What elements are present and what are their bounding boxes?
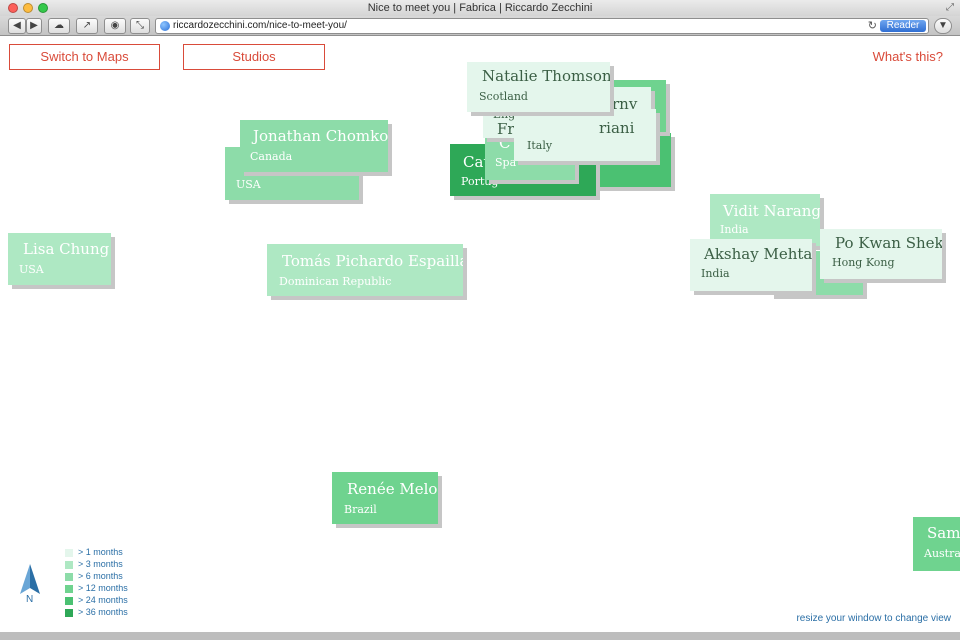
- top-sites-icon[interactable]: ◉: [104, 18, 126, 34]
- person-country: Spa: [495, 156, 517, 169]
- globe-icon: [160, 21, 170, 31]
- icloud-icon[interactable]: ☁: [48, 18, 70, 34]
- back-icon[interactable]: ◀: [8, 18, 26, 34]
- person-card-tomas[interactable]: Tomás Pichardo Espaillat Dominican Repub…: [267, 244, 463, 296]
- person-name: Po Kwan Shek: [835, 234, 942, 252]
- person-country: USA: [236, 178, 261, 191]
- person-card-italy[interactable]: riani Italy: [514, 109, 656, 161]
- switch-to-maps-button[interactable]: Switch to Maps: [9, 44, 160, 70]
- person-name: Renée Melo: [347, 480, 438, 498]
- legend-label: > 3 months: [78, 559, 123, 569]
- north-label: N: [26, 594, 34, 605]
- person-card-natalie[interactable]: Natalie Thomson Scotland: [467, 62, 610, 112]
- person-name: Jonathan Chomko: [253, 127, 388, 145]
- person-card-renee[interactable]: Renée Melo Brazil: [332, 472, 438, 524]
- legend-label: > 36 months: [78, 607, 128, 617]
- legend-swatch: [65, 549, 73, 557]
- page-canvas: Switch to Maps Studios What's this? Cat …: [0, 37, 960, 632]
- reload-icon[interactable]: ↻: [868, 19, 877, 32]
- person-country: USA: [19, 263, 44, 276]
- person-country: Dominican Republic: [279, 275, 392, 288]
- legend-swatch: [65, 597, 73, 605]
- expand-icon[interactable]: ⤡: [130, 18, 150, 34]
- person-name: Akshay Mehta: [704, 245, 812, 263]
- person-name: Sam: [927, 524, 960, 542]
- window-title: Nice to meet you | Fabrica | Riccardo Ze…: [367, 2, 593, 14]
- person-country: Hong Kong: [832, 256, 895, 269]
- legend-swatch: [65, 573, 73, 581]
- person-card-akshay[interactable]: Akshay Mehta India: [690, 239, 812, 291]
- person-country: Austra: [924, 547, 960, 560]
- legend-label: > 24 months: [78, 595, 128, 605]
- studios-button[interactable]: Studios: [183, 44, 325, 70]
- person-country: Italy: [527, 139, 553, 152]
- north-arrow-icon: [20, 564, 40, 594]
- fullscreen-icon[interactable]: ⤢: [946, 2, 954, 13]
- window-bottom-bar: [0, 632, 960, 640]
- person-country: Canada: [250, 150, 293, 163]
- reader-button[interactable]: Reader: [880, 20, 926, 32]
- person-card-pokwan[interactable]: Po Kwan Shek Hong Kong: [820, 229, 942, 279]
- legend-swatch: [65, 561, 73, 569]
- legend-label: > 1 months: [78, 547, 123, 557]
- legend-label: > 6 months: [78, 571, 123, 581]
- person-card-jonathan[interactable]: Jonathan Chomko Canada: [240, 120, 388, 172]
- person-name: riani: [599, 119, 635, 137]
- forward-icon[interactable]: ▶: [26, 18, 42, 34]
- person-country: Scotland: [479, 90, 528, 103]
- person-country: India: [701, 267, 730, 280]
- person-name: Tomás Pichardo Espaillat: [282, 252, 463, 270]
- window-titlebar: Nice to meet you | Fabrica | Riccardo Ze…: [0, 0, 960, 16]
- person-name: Natalie Thomson: [482, 67, 610, 85]
- person-country: Brazil: [344, 503, 377, 516]
- person-card-lisa[interactable]: Lisa Chung USA: [8, 233, 111, 285]
- legend-swatch: [65, 609, 73, 617]
- whats-this-link[interactable]: What's this?: [873, 49, 943, 64]
- person-name: Lisa Chung: [23, 240, 110, 258]
- person-name: Vidit Narang: [723, 202, 820, 220]
- url-text[interactable]: riccardozecchini.com/nice-to-meet-you/: [173, 20, 347, 31]
- person-card-sam[interactable]: Sam Austra: [913, 517, 960, 571]
- resize-note: resize your window to change view: [796, 613, 951, 624]
- legend-swatch: [65, 585, 73, 593]
- browser-toolbar: ◀ ▶ ☁ ↗ ◉ ⤡ riccardozecchini.com/nice-to…: [0, 16, 960, 36]
- address-bar[interactable]: riccardozecchini.com/nice-to-meet-you/ ↻…: [155, 18, 929, 34]
- downloads-icon[interactable]: ▼: [934, 18, 952, 34]
- person-country: India: [720, 223, 749, 236]
- share-icon[interactable]: ↗: [76, 18, 98, 34]
- legend-label: > 12 months: [78, 583, 128, 593]
